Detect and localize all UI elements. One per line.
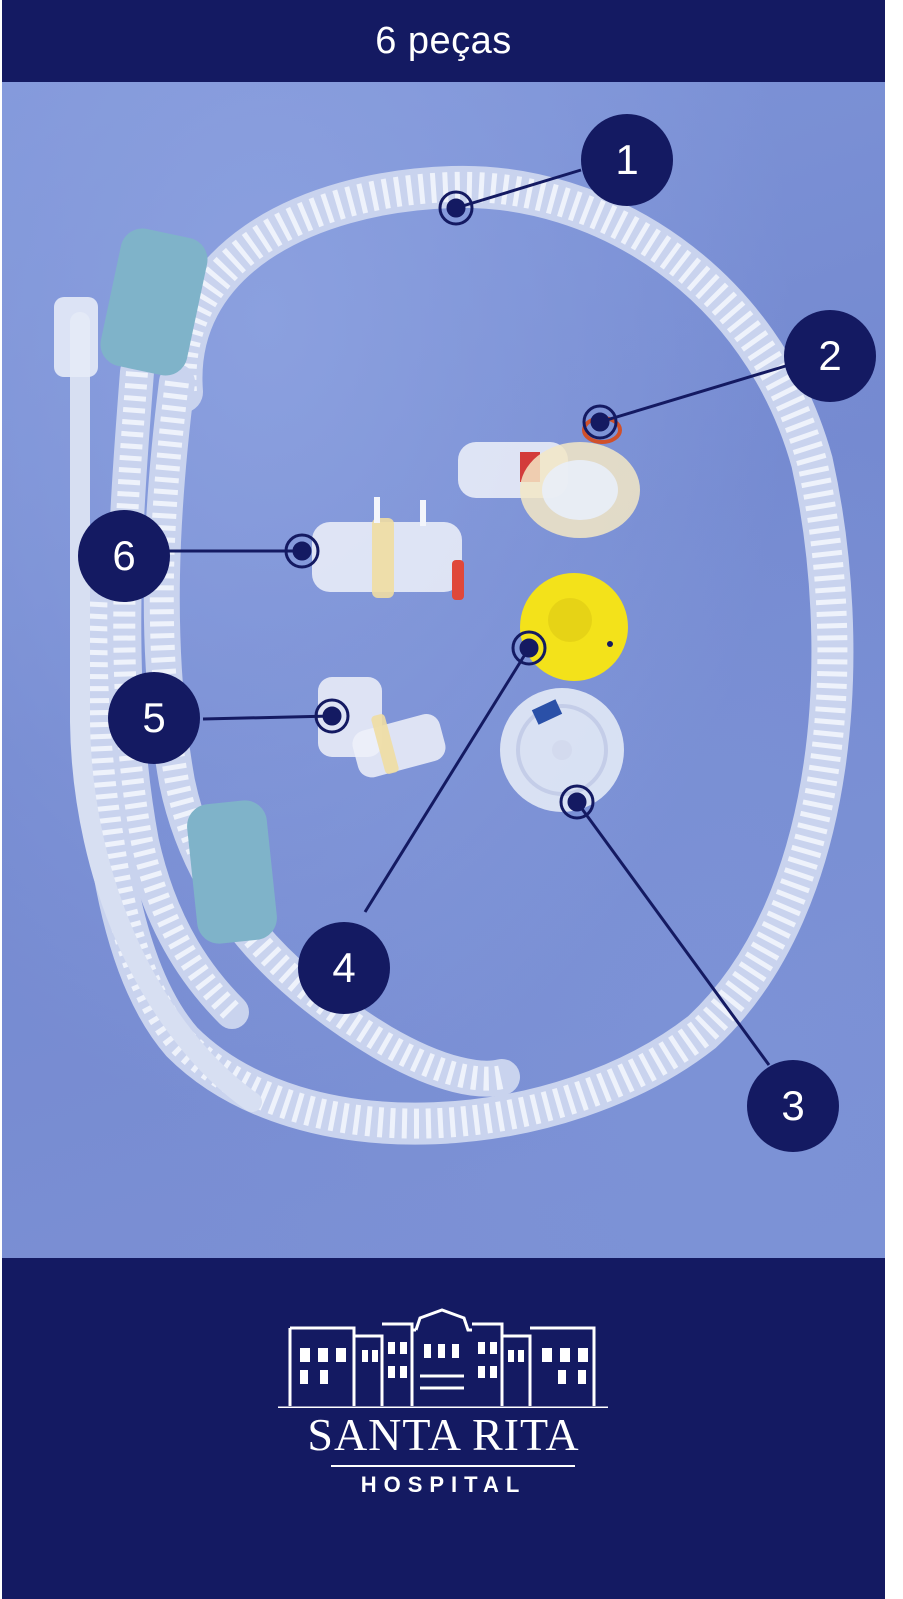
clear-connector [54, 297, 98, 377]
logo-subtitle: HOSPITAL [360, 1472, 527, 1497]
santa-rita-logo: SANTA RITA HOSPITAL [2, 1258, 885, 1599]
parts-photo: 1 2 3 4 5 6 [2, 82, 885, 1258]
callout-4: 4 [298, 922, 390, 1014]
flow-sensor-part [312, 497, 464, 600]
teal-connector-bottom [187, 800, 277, 944]
yellow-cap-part [520, 573, 628, 681]
logo-wordmark: SANTA RITA [307, 1409, 580, 1460]
callout-1: 1 [581, 114, 673, 206]
expiratory-valve-part [458, 416, 640, 538]
logo-divider [331, 1465, 575, 1467]
callout-2: 2 [784, 310, 876, 402]
elbow-connector-part [318, 677, 446, 778]
header-bar: 6 peças [2, 0, 885, 82]
callout-6: 6 [78, 510, 170, 602]
hospital-building-icon [278, 1308, 608, 1408]
callout-3: 3 [747, 1060, 839, 1152]
callout-5: 5 [108, 672, 200, 764]
page-title: 6 peças [375, 19, 512, 62]
footer-bar: SANTA RITA HOSPITAL [2, 1258, 885, 1599]
